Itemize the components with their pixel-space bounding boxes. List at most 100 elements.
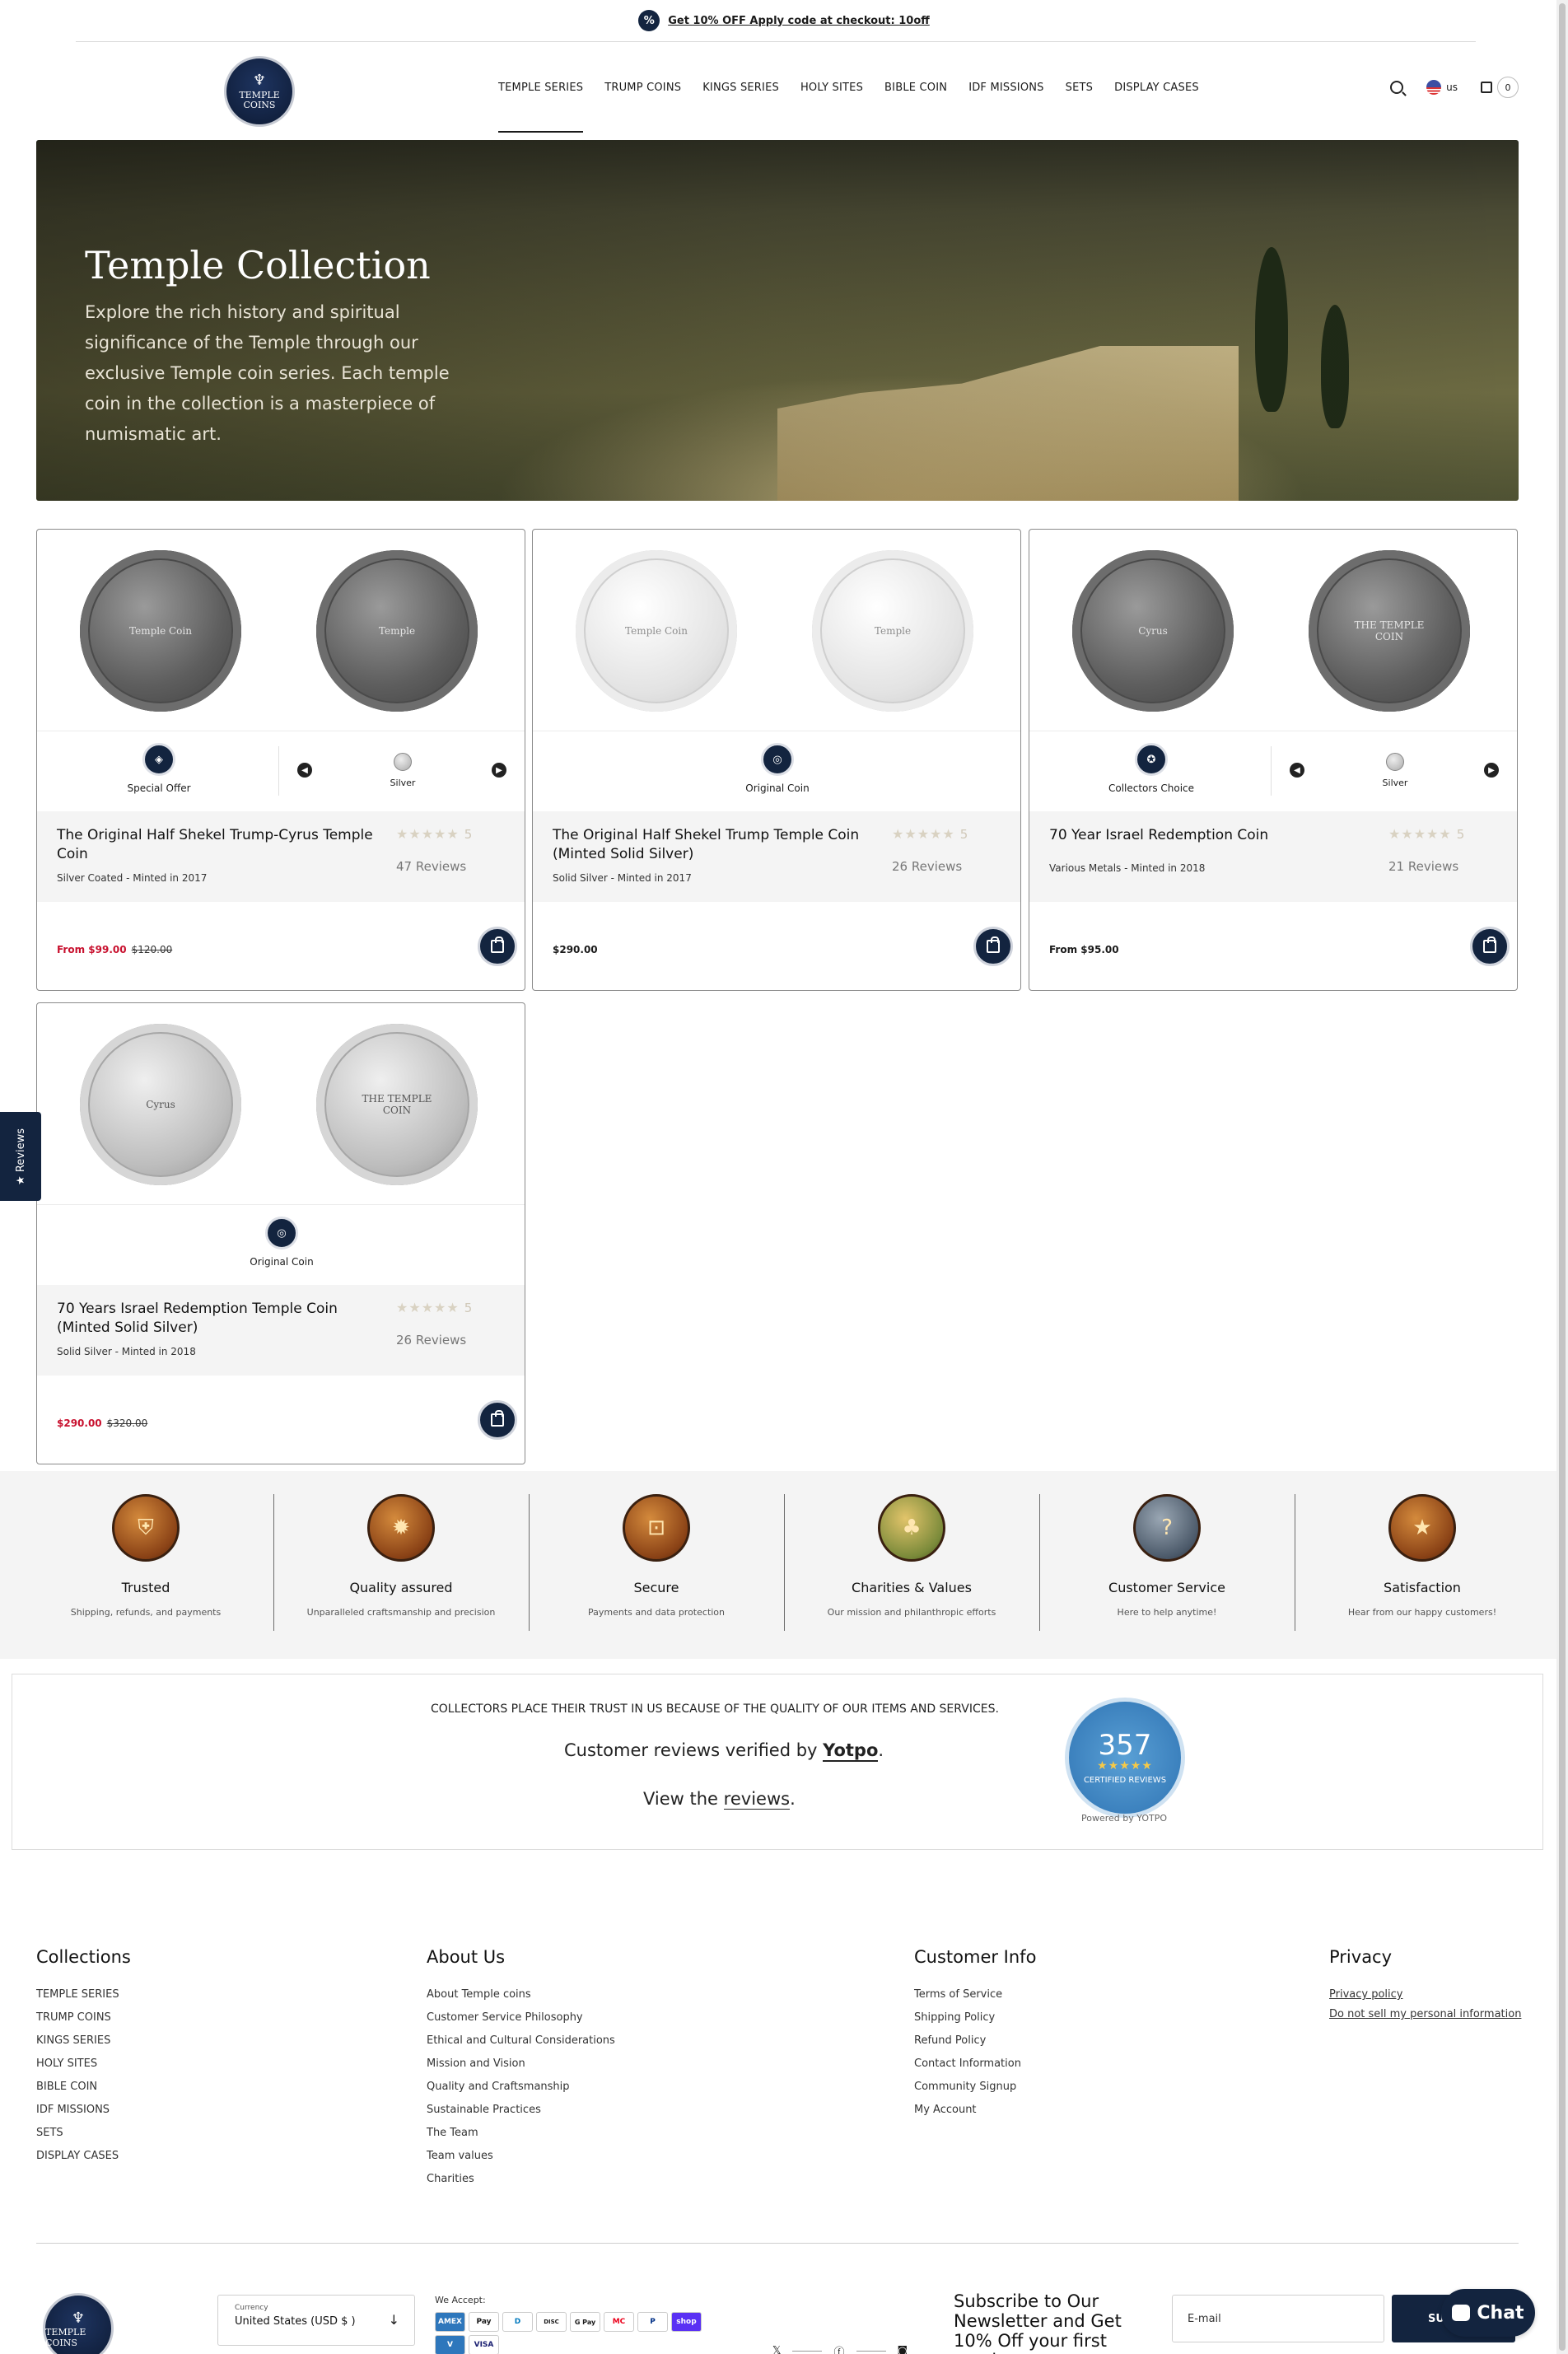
- logo-text: TEMPLE COINS: [239, 89, 280, 110]
- footer-link[interactable]: Do not sell my personal information: [1329, 2008, 1521, 2028]
- search-icon[interactable]: [1390, 81, 1404, 94]
- reviews-link[interactable]: reviews: [723, 1789, 791, 1810]
- cart-button[interactable]: 0: [1481, 77, 1519, 98]
- next-variant-button[interactable]: ▶: [1484, 763, 1499, 778]
- product-card[interactable]: Cyrus THE TEMPLE COIN ✪ Collectors Choic…: [1029, 529, 1518, 991]
- next-variant-button[interactable]: ▶: [492, 763, 506, 778]
- locale-selector[interactable]: us: [1426, 80, 1458, 95]
- feature-title: Secure: [633, 1580, 679, 1595]
- reviews-side-tab[interactable]: ★ Reviews: [0, 1112, 41, 1201]
- footer-link[interactable]: My Account: [914, 2104, 1036, 2127]
- footer-link[interactable]: Community Signup: [914, 2081, 1036, 2104]
- footer-link[interactable]: Terms of Service: [914, 1988, 1036, 2011]
- prev-variant-button[interactable]: ◀: [297, 763, 312, 778]
- x-icon[interactable]: 𝕏: [772, 2345, 781, 2354]
- product-images[interactable]: Temple Coin Temple: [533, 530, 1020, 731]
- feature-quality[interactable]: ✹ Quality assured Unparalleled craftsman…: [273, 1471, 529, 1659]
- product-options: ◎ Original Coin: [533, 731, 1020, 811]
- tag-icon: %: [638, 10, 660, 31]
- silver-swatch[interactable]: [1386, 753, 1404, 771]
- nav-item-idf-missions[interactable]: IDF MISSIONS: [968, 42, 1043, 133]
- diners-icon: D: [502, 2312, 533, 2332]
- announcement-bar[interactable]: % Get 10% OFF Apply code at checkout: 10…: [0, 0, 1568, 41]
- footer-link[interactable]: IDF MISSIONS: [36, 2104, 131, 2127]
- email-input[interactable]: E-mail: [1172, 2295, 1384, 2342]
- product-card[interactable]: Temple Coin Temple ◎ Original Coin The O…: [532, 529, 1021, 991]
- product-title[interactable]: The Original Half Shekel Trump-Cyrus Tem…: [57, 826, 386, 864]
- feature-satisfaction[interactable]: ★ Satisfaction Hear from our happy custo…: [1295, 1471, 1550, 1659]
- add-to-cart-button[interactable]: [1470, 927, 1510, 966]
- facebook-icon[interactable]: ⓕ: [833, 2343, 844, 2354]
- review-count[interactable]: 21 Reviews: [1388, 859, 1458, 874]
- footer-link[interactable]: KINGS SERIES: [36, 2034, 131, 2057]
- footer-link[interactable]: Contact Information: [914, 2057, 1036, 2081]
- announcement-text[interactable]: Get 10% OFF Apply code at checkout: 10of…: [668, 15, 930, 27]
- badge-label: Original Coin: [250, 1256, 314, 1268]
- product-images[interactable]: Cyrus THE TEMPLE COIN: [37, 1003, 525, 1204]
- footer-link[interactable]: Quality and Craftsmanship: [427, 2081, 615, 2104]
- product-title[interactable]: 70 Years Israel Redemption Temple Coin (…: [57, 1300, 386, 1338]
- footer-link[interactable]: SETS: [36, 2127, 131, 2150]
- footer-about: About Us About Temple coins Customer Ser…: [427, 1947, 615, 2196]
- footer-logo[interactable]: ♆ TEMPLE COINS: [43, 2293, 114, 2354]
- nav-item-kings-series[interactable]: KINGS SERIES: [702, 42, 779, 133]
- footer-link[interactable]: Refund Policy: [914, 2034, 1036, 2057]
- shopping-bag-icon: [987, 936, 1000, 953]
- nav-item-bible-coin[interactable]: BIBLE COIN: [884, 42, 947, 133]
- nav-item-display-cases[interactable]: DISPLAY CASES: [1114, 42, 1199, 133]
- product-images[interactable]: Temple Coin Temple: [37, 530, 525, 731]
- variant-swatch[interactable]: Silver: [362, 753, 444, 788]
- certified-reviews-seal[interactable]: 357 ★★★★★ CERTIFIED REVIEWS: [1065, 1698, 1185, 1818]
- nav-item-temple-series[interactable]: TEMPLE SERIES: [498, 42, 584, 133]
- nav-item-trump-coins[interactable]: TRUMP COINS: [604, 42, 681, 133]
- nav-item-holy-sites[interactable]: HOLY SITES: [800, 42, 863, 133]
- instagram-icon[interactable]: ◙: [898, 2345, 908, 2354]
- add-to-cart-button[interactable]: [973, 927, 1013, 966]
- footer-link[interactable]: Team values: [427, 2150, 615, 2173]
- prev-variant-button[interactable]: ◀: [1290, 763, 1304, 778]
- product-title[interactable]: The Original Half Shekel Trump Temple Co…: [553, 826, 882, 864]
- footer-link[interactable]: Privacy policy: [1329, 1988, 1521, 2008]
- feature-title: Trusted: [121, 1580, 170, 1595]
- scrollbar[interactable]: [1556, 0, 1568, 2354]
- add-to-cart-button[interactable]: [478, 927, 517, 966]
- chat-button[interactable]: Chat: [1441, 2289, 1535, 2337]
- feature-trusted[interactable]: ⛨ Trusted Shipping, refunds, and payment…: [18, 1471, 273, 1659]
- site-logo[interactable]: ♆ TEMPLE COINS: [224, 56, 295, 127]
- footer-link[interactable]: TEMPLE SERIES: [36, 1988, 131, 2011]
- footer-link[interactable]: Sustainable Practices: [427, 2104, 615, 2127]
- footer-link[interactable]: Charities: [427, 2173, 615, 2196]
- footer-link[interactable]: Mission and Vision: [427, 2057, 615, 2081]
- footer-link[interactable]: Shipping Policy: [914, 2011, 1036, 2034]
- silver-swatch[interactable]: [394, 753, 412, 771]
- feature-secure[interactable]: ⊡ Secure Payments and data protection: [529, 1471, 784, 1659]
- yotpo-link[interactable]: Yotpo: [823, 1740, 879, 1762]
- footer-link[interactable]: Ethical and Cultural Considerations: [427, 2034, 615, 2057]
- add-to-cart-button[interactable]: [478, 1400, 517, 1440]
- product-price: $290.00: [553, 944, 598, 955]
- footer-link[interactable]: TRUMP COINS: [36, 2011, 131, 2034]
- review-count[interactable]: 26 Reviews: [396, 1333, 466, 1347]
- product-images[interactable]: Cyrus THE TEMPLE COIN: [1029, 530, 1517, 731]
- locale-label: us: [1446, 82, 1458, 93]
- feature-charities[interactable]: ♣ Charities & Values Our mission and phi…: [784, 1471, 1039, 1659]
- footer-link[interactable]: HOLY SITES: [36, 2057, 131, 2081]
- coin-back-image: THE TEMPLE COIN: [1309, 550, 1470, 712]
- currency-selector[interactable]: Currency United States (USD $ ) ↓: [217, 2295, 415, 2346]
- review-count[interactable]: 26 Reviews: [892, 859, 962, 874]
- scrollbar-thumb[interactable]: [1559, 3, 1566, 2351]
- product-title[interactable]: 70 Year Israel Redemption Coin: [1049, 826, 1379, 845]
- product-card[interactable]: Cyrus THE TEMPLE COIN ◎ Original Coin 70…: [36, 1002, 525, 1464]
- footer-link[interactable]: DISPLAY CASES: [36, 2150, 131, 2173]
- footer-link[interactable]: About Temple coins: [427, 1988, 615, 2011]
- product-card[interactable]: Temple Coin Temple ◈ Special Offer ◀ Sil…: [36, 529, 525, 991]
- footer-link[interactable]: The Team: [427, 2127, 615, 2150]
- currency-label: Currency: [235, 2304, 268, 2312]
- variant-swatch[interactable]: Silver: [1354, 753, 1436, 788]
- footer-link[interactable]: Customer Service Philosophy: [427, 2011, 615, 2034]
- nav-item-sets[interactable]: SETS: [1066, 42, 1093, 133]
- feature-customer-service[interactable]: ? Customer Service Here to help anytime!: [1039, 1471, 1295, 1659]
- seal-label: CERTIFIED REVIEWS: [1083, 1775, 1167, 1785]
- review-count[interactable]: 47 Reviews: [396, 859, 466, 874]
- footer-link[interactable]: BIBLE COIN: [36, 2081, 131, 2104]
